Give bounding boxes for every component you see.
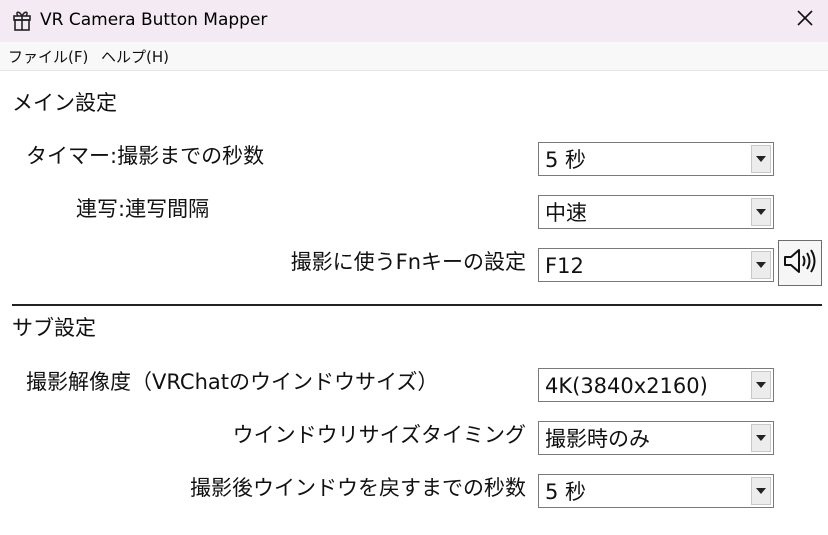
fn-key-value: F12 xyxy=(545,254,584,278)
chevron-down-icon[interactable] xyxy=(751,477,771,505)
resize-timing-value: 撮影時のみ xyxy=(545,427,650,451)
menu-bar: ファイル(F) ヘルプ(H) xyxy=(0,42,828,70)
chevron-down-icon[interactable] xyxy=(751,424,771,452)
menu-separator xyxy=(0,70,828,71)
close-icon xyxy=(797,10,813,30)
chevron-down-icon[interactable] xyxy=(751,145,771,173)
timer-label: タイマー:撮影までの秒数 xyxy=(26,144,265,168)
main-settings-title: メイン設定 xyxy=(12,91,117,115)
resize-timing-select[interactable]: 撮影時のみ xyxy=(538,421,774,455)
test-sound-button[interactable] xyxy=(778,240,822,286)
chevron-down-icon[interactable] xyxy=(751,371,771,399)
timer-select[interactable]: 5 秒 xyxy=(538,142,774,176)
resize-timing-label: ウインドウリサイズタイミング xyxy=(232,423,526,447)
burst-select[interactable]: 中速 xyxy=(538,195,774,229)
sub-settings-title: サブ設定 xyxy=(12,316,96,340)
fn-key-label: 撮影に使うFnキーの設定 xyxy=(290,250,526,274)
fn-key-select[interactable]: F12 xyxy=(538,248,774,282)
resolution-label: 撮影解像度（VRChatのウインドウサイズ） xyxy=(26,370,439,394)
menu-help[interactable]: ヘルプ(H) xyxy=(101,48,169,66)
restore-delay-label: 撮影後ウインドウを戻すまでの秒数 xyxy=(190,476,526,500)
close-button[interactable] xyxy=(782,0,828,40)
window-title: VR Camera Button Mapper xyxy=(40,10,268,30)
burst-value: 中速 xyxy=(545,201,587,225)
app-window: VR Camera Button Mapper ファイル(F) ヘルプ(H) メ… xyxy=(0,0,828,535)
resolution-select[interactable]: 4K(3840x2160) xyxy=(538,368,774,402)
chevron-down-icon[interactable] xyxy=(751,198,771,226)
chevron-down-icon[interactable] xyxy=(751,251,771,279)
speaker-icon xyxy=(782,246,818,280)
restore-delay-select[interactable]: 5 秒 xyxy=(538,474,774,508)
restore-delay-value: 5 秒 xyxy=(545,480,587,504)
gift-icon xyxy=(12,9,32,31)
timer-value: 5 秒 xyxy=(545,148,587,172)
section-divider xyxy=(12,304,822,306)
burst-label: 連写:連写間隔 xyxy=(76,197,210,221)
title-bar[interactable]: VR Camera Button Mapper xyxy=(0,0,828,42)
resolution-value: 4K(3840x2160) xyxy=(545,374,708,398)
menu-file[interactable]: ファイル(F) xyxy=(8,48,88,66)
